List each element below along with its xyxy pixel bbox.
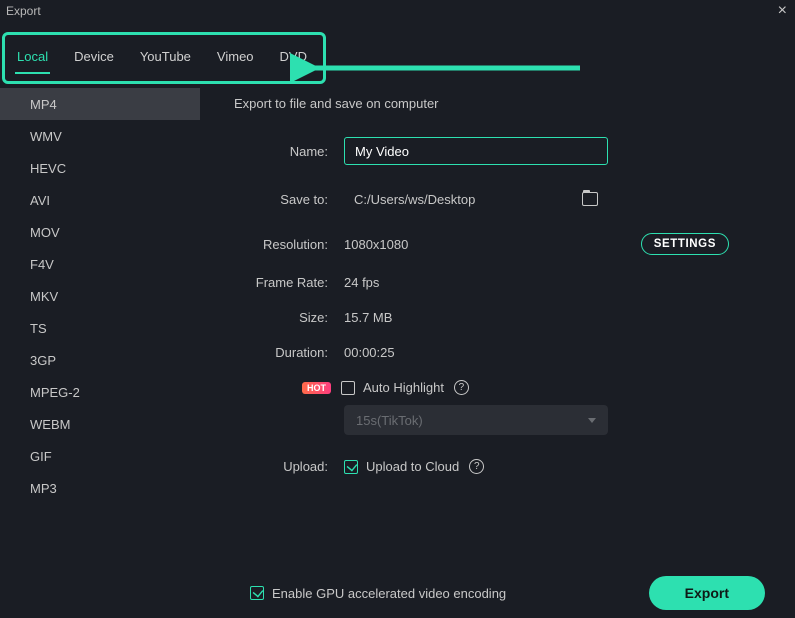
format-item-mpeg2[interactable]: MPEG-2 <box>0 376 200 408</box>
chevron-down-icon <box>588 418 596 423</box>
annotation-arrow-icon <box>290 44 590 84</box>
help-icon[interactable]: ? <box>454 380 469 395</box>
tab-local[interactable]: Local <box>15 45 50 68</box>
upload-cloud-label: Upload to Cloud <box>366 459 459 474</box>
settings-button[interactable]: SETTINGS <box>641 233 729 255</box>
export-heading: Export to file and save on computer <box>234 96 765 111</box>
format-item-mkv[interactable]: MKV <box>0 280 200 312</box>
format-item-3gp[interactable]: 3GP <box>0 344 200 376</box>
gpu-checkbox[interactable] <box>250 586 264 600</box>
format-item-webm[interactable]: WEBM <box>0 408 200 440</box>
tab-dvd[interactable]: DVD <box>278 45 309 68</box>
format-item-avi[interactable]: AVI <box>0 184 200 216</box>
size-label: Size: <box>234 310 344 325</box>
format-item-mov[interactable]: MOV <box>0 216 200 248</box>
saveto-label: Save to: <box>234 192 344 207</box>
format-item-gif[interactable]: GIF <box>0 440 200 472</box>
tab-youtube[interactable]: YouTube <box>138 45 193 68</box>
auto-highlight-preset-select: 15s(TikTok) <box>344 405 608 435</box>
gpu-label: Enable GPU accelerated video encoding <box>272 586 506 601</box>
duration-label: Duration: <box>234 345 344 360</box>
upload-cloud-checkbox[interactable] <box>344 460 358 474</box>
framerate-value: 24 fps <box>344 275 379 290</box>
auto-highlight-label: Auto Highlight <box>363 380 444 395</box>
saveto-value: C:/Users/ws/Desktop <box>354 192 475 207</box>
auto-highlight-checkbox[interactable] <box>341 381 355 395</box>
close-icon[interactable]: × <box>778 2 787 20</box>
tab-device[interactable]: Device <box>72 45 116 68</box>
tabbox-highlight: Local Device YouTube Vimeo DVD <box>2 32 326 84</box>
size-value: 15.7 MB <box>344 310 392 325</box>
format-item-mp3[interactable]: MP3 <box>0 472 200 504</box>
window-title: Export <box>6 4 41 18</box>
saveto-picker[interactable]: C:/Users/ws/Desktop <box>344 185 608 213</box>
hot-badge: HOT <box>302 382 331 394</box>
folder-icon <box>582 192 598 206</box>
export-tabs: Local Device YouTube Vimeo DVD <box>0 22 795 76</box>
format-item-hevc[interactable]: HEVC <box>0 152 200 184</box>
format-item-f4v[interactable]: F4V <box>0 248 200 280</box>
help-icon[interactable]: ? <box>469 459 484 474</box>
name-label: Name: <box>234 144 344 159</box>
format-item-wmv[interactable]: WMV <box>0 120 200 152</box>
format-item-ts[interactable]: TS <box>0 312 200 344</box>
resolution-value: 1080x1080 <box>344 237 408 252</box>
format-sidebar: MP4 WMV HEVC AVI MOV F4V MKV TS 3GP MPEG… <box>0 84 200 568</box>
duration-value: 00:00:25 <box>344 345 395 360</box>
name-input[interactable] <box>344 137 608 165</box>
resolution-label: Resolution: <box>234 237 344 252</box>
format-item-mp4[interactable]: MP4 <box>0 88 200 120</box>
auto-highlight-preset-value: 15s(TikTok) <box>356 413 423 428</box>
tab-vimeo[interactable]: Vimeo <box>215 45 256 68</box>
framerate-label: Frame Rate: <box>234 275 344 290</box>
upload-label: Upload: <box>234 459 344 474</box>
export-button[interactable]: Export <box>649 576 765 610</box>
